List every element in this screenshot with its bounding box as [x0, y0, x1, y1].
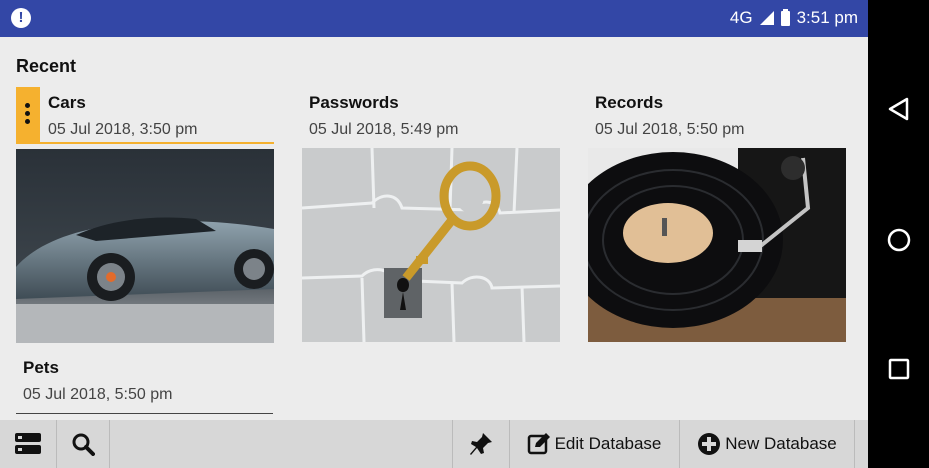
edit-database-button[interactable]: Edit Database [509, 420, 680, 468]
status-bar: ! 4G 3:51 pm [0, 0, 868, 37]
record-player-thumbnail[interactable] [588, 148, 846, 342]
bottom-toolbar: Edit Database New Database [0, 420, 868, 468]
alert-icon: ! [11, 8, 31, 28]
add-circle-icon [698, 433, 721, 455]
home-icon[interactable] [886, 227, 912, 253]
back-icon[interactable] [886, 96, 912, 122]
clock: 3:51 pm [796, 8, 858, 27]
divider [16, 413, 273, 414]
card-title: Pets [23, 358, 59, 377]
recent-item-pets[interactable]: Pets 05 Jul 2018, 5:50 pm [16, 358, 274, 418]
card-title: Passwords [309, 93, 399, 112]
network-type: 4G [729, 8, 753, 27]
key-puzzle-thumbnail[interactable] [302, 148, 560, 342]
card-date: 05 Jul 2018, 5:50 pm [23, 386, 173, 403]
more-vert-icon[interactable] [25, 103, 31, 127]
selection-underline [16, 142, 274, 144]
card-date: 05 Jul 2018, 5:50 pm [595, 121, 745, 138]
recent-item-passwords[interactable]: Passwords 05 Jul 2018, 5:49 pm [302, 93, 560, 343]
card-date: 05 Jul 2018, 3:50 pm [48, 121, 198, 138]
selection-bar [16, 87, 40, 142]
card-date: 05 Jul 2018, 5:49 pm [309, 121, 459, 138]
edit-icon [527, 433, 550, 455]
search-button[interactable] [57, 420, 110, 468]
new-database-button[interactable]: New Database [680, 420, 855, 468]
new-database-label: New Database [725, 434, 837, 453]
card-title: Cars [48, 93, 86, 112]
edit-database-label: Edit Database [554, 434, 662, 453]
recent-item-cars[interactable]: Cars 05 Jul 2018, 3:50 pm [16, 87, 274, 343]
section-title-recent: Recent [16, 56, 77, 76]
list-icon [15, 433, 41, 454]
list-button[interactable] [0, 420, 57, 468]
pin-icon [470, 433, 492, 455]
recent-item-records[interactable]: Records 05 Jul 2018, 5:50 pm [588, 93, 846, 343]
car-thumbnail[interactable] [16, 149, 274, 343]
battery-icon [780, 8, 790, 26]
signal-icon [759, 11, 774, 25]
recents-icon[interactable] [886, 356, 912, 382]
app-screen: ! 4G 3:51 pm Recent Cars 05 Jul 2018, 3:… [0, 0, 868, 468]
pin-button[interactable] [452, 420, 510, 468]
search-icon [72, 433, 95, 456]
status-indicators: 4G 3:51 pm [730, 8, 858, 28]
card-title: Records [595, 93, 664, 112]
android-nav-bar [868, 0, 929, 468]
